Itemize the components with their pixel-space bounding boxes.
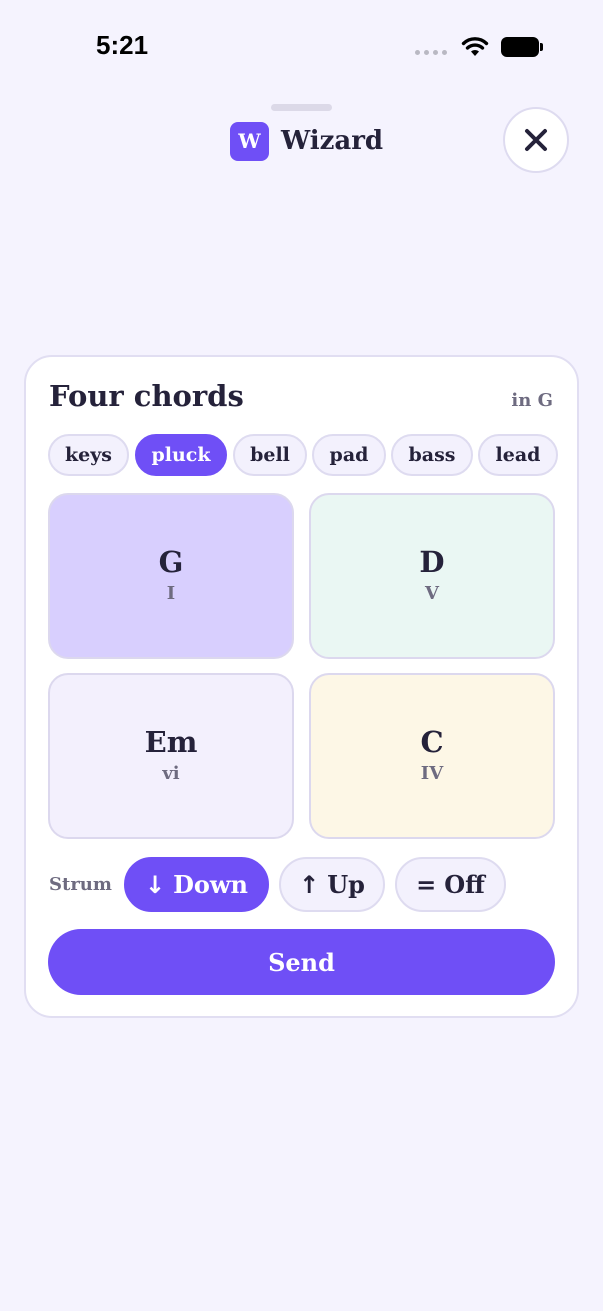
chord-card: Four chords in G keys pluck bell pad bas… <box>24 355 579 1018</box>
chord-name: C <box>420 725 444 759</box>
chord-tile-em[interactable]: Em vi <box>48 673 294 839</box>
chord-degree: vi <box>162 763 180 784</box>
chord-tile-d[interactable]: D V <box>309 493 555 659</box>
app-logo-icon: W <box>230 121 269 161</box>
app-title: Wizard <box>281 126 384 156</box>
wifi-icon <box>461 37 489 56</box>
send-button[interactable]: Send <box>48 929 555 995</box>
sound-chip-lead[interactable]: lead <box>478 434 558 476</box>
sound-chip-bell[interactable]: bell <box>233 434 307 476</box>
card-title: Four chords <box>49 379 244 413</box>
chord-degree: V <box>425 583 439 604</box>
battery-icon <box>501 37 543 57</box>
sound-chip-keys[interactable]: keys <box>48 434 129 476</box>
strum-option-label: Off <box>444 870 485 899</box>
chord-name: G <box>158 545 184 579</box>
close-button[interactable] <box>503 107 569 173</box>
cellular-signal-icon <box>415 49 447 55</box>
arrow-down-icon: ↓ <box>144 870 166 899</box>
strum-up-button[interactable]: ↑ Up <box>279 857 385 912</box>
app-header: W Wizard <box>230 121 383 161</box>
status-bar: 5:21 <box>0 0 603 96</box>
key-label: in G <box>511 390 553 411</box>
chord-degree: I <box>166 583 176 604</box>
strum-option-label: Up <box>327 870 365 899</box>
strum-down-button[interactable]: ↓ Down <box>124 857 269 912</box>
equals-icon: = <box>416 870 437 899</box>
sound-chip-bass[interactable]: bass <box>391 434 473 476</box>
chord-name: D <box>419 545 445 579</box>
chord-tile-g[interactable]: G I <box>48 493 294 659</box>
sound-chip-pluck[interactable]: pluck <box>135 434 227 476</box>
chord-degree: IV <box>420 763 444 784</box>
status-time: 5:21 <box>96 30 149 60</box>
arrow-up-icon: ↑ <box>299 870 320 899</box>
status-icons <box>415 36 543 58</box>
chord-tile-c[interactable]: C IV <box>309 673 555 839</box>
chord-name: Em <box>144 725 198 759</box>
close-icon <box>525 129 547 151</box>
strum-label: Strum <box>49 874 112 895</box>
strum-option-label: Down <box>173 870 249 899</box>
sound-chip-pad[interactable]: pad <box>312 434 386 476</box>
sheet-grabber[interactable] <box>271 104 332 111</box>
strum-off-button[interactable]: = Off <box>395 857 506 912</box>
